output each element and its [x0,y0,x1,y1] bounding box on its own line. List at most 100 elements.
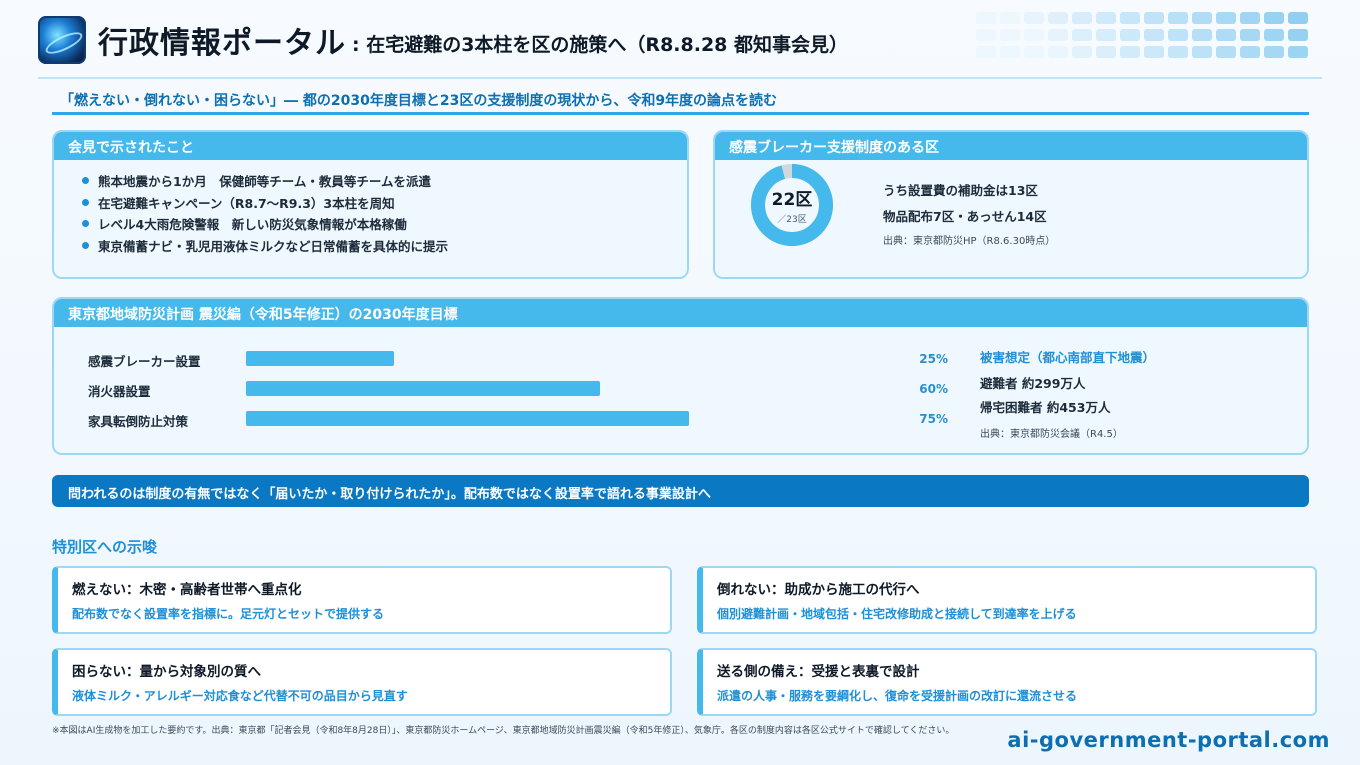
decorative-tile [1288,12,1308,24]
decorative-tile [1000,12,1020,24]
decorative-tile [1264,12,1284,24]
decorative-tile [1144,29,1164,41]
wards-card: 感震ブレーカー支援制度のある区 22区 ／23区 うち設置費の補助金は13区 物… [713,130,1309,279]
implications-title: 特別区への示唆 [52,538,158,556]
target-value: 75% [919,412,948,426]
target-value: 25% [919,352,948,366]
globe-logo-icon [38,16,86,64]
decorative-tiles [976,12,1316,64]
decorative-tile [1048,12,1068,24]
decorative-tile [1264,29,1284,41]
decorative-tile [1144,46,1164,58]
implication-card: 送る側の備え：受援と表裏で設計 派遣の人事・服務を要綱化し、復命を受援計画の改訂… [697,648,1317,716]
announced-heading: 会見で示されたこと [54,132,687,160]
ward-subsidy-line: うち設置費の補助金は13区 [883,183,1038,198]
header-divider [38,77,1322,79]
decorative-tile [1120,12,1140,24]
announced-list: 熊本地震から1か月 保健師等チーム・教員等チームを派遣 在宅避難キャンペーン（R… [54,160,687,256]
site-url[interactable]: ai-government-portal.com [1007,728,1330,752]
announced-body: 熊本地震から1か月 保健師等チーム・教員等チームを派遣 在宅避難キャンペーン（R… [54,160,687,277]
implication-heading: 困らない：量から対象別の質へ [72,664,261,680]
bullet-dot-icon [82,198,89,206]
brand-title: 行政情報ポータル [98,26,346,61]
decorative-tile [1072,29,1092,41]
targets-body: 感震ブレーカー設置 25% 消火器設置 60% 家具転倒防止対策 75% 被害想… [54,327,1307,453]
list-item: 東京備蓄ナビ・乳児用液体ミルクなど日常備蓄を具体的に提示 [82,235,687,257]
decorative-tile [1216,46,1236,58]
decorative-tile [1000,46,1020,58]
implication-card: 倒れない：助成から施工の代行へ 個別避難計画・地域包括・住宅改修助成と接続して到… [697,566,1317,634]
decorative-tile [1240,12,1260,24]
implication-heading: 倒れない：助成から施工の代行へ [717,582,920,598]
implication-body: 液体ミルク・アレルギー対応食など代替不可の品目から見直す [72,689,408,703]
damage-estimate: 被害想定（都心南部直下地震） 避難者 約299万人 帰宅困難者 約453万人 出… [980,347,1155,440]
page-subtitle: 「燃えない・倒れない・困らない」― 都の2030年度目標と23区の支援制度の現状… [60,93,778,109]
decorative-tile [976,46,996,58]
decorative-tile [1216,12,1236,24]
subtitle-underline [52,112,1309,115]
decorative-tile [1240,29,1260,41]
implication-body: 派遣の人事・服務を要綱化し、復命を受援計画の改訂に還流させる [717,689,1078,703]
wards-body: 22区 ／23区 うち設置費の補助金は13区 物品配布7区・あっせん14区 出典… [715,160,1307,277]
implication-body: 個別避難計画・地域包括・住宅改修助成と接続して到達率を上げる [717,607,1077,621]
page-title: : 在宅避難の3本柱を区の施策へ（R8.8.28 都知事会見） [352,33,848,56]
ward-source: 出典：東京都防災HP（R8.6.30時点） [883,236,1056,247]
implication-heading: 送る側の備え：受援と表裏で設計 [717,664,920,680]
bar-track [246,411,836,426]
decorative-tile [1048,46,1068,58]
decorative-tile [1000,29,1020,41]
bullet-dot-icon [82,241,89,249]
implication-card: 燃えない：木密・高齢者世帯へ重点化 配布数でなく設置率を指標に。足元灯とセットで… [52,566,672,634]
page-header: 行政情報ポータル : 在宅避難の3本柱を区の施策へ（R8.8.28 都知事会見） [38,14,848,66]
bar-fill [246,411,689,426]
decorative-tile [1168,46,1188,58]
decorative-tile [1024,46,1044,58]
target-value: 60% [919,382,948,396]
decorative-tile [1264,46,1284,58]
wards-heading: 感震ブレーカー支援制度のある区 [715,132,1307,160]
bullet-dot-icon [82,220,89,228]
decorative-tile [1288,46,1308,58]
target-row: 感震ブレーカー設置 25% [88,349,948,369]
target-row: 家具転倒防止対策 75% [88,409,948,429]
damage-title: 被害想定（都心南部直下地震） [980,350,1156,365]
bullet-dot-icon [82,177,89,185]
list-item: 在宅避難キャンペーン（R8.7〜R9.3）3本柱を周知 [82,192,687,214]
list-item: レベル4大雨危険警報 新しい防災気象情報が本格稼働 [82,213,687,235]
decorative-tile [1096,29,1116,41]
target-label: 家具転倒防止対策 [88,414,189,429]
damage-source: 出典：東京都防災会議（R4.5） [980,429,1123,440]
targets-card: 東京都地域防災計画 震災編（令和5年修正）の2030年度目標 感震ブレーカー設置… [52,297,1309,455]
decorative-tile [1048,29,1068,41]
decorative-tile [1216,29,1236,41]
damage-stranded: 帰宅困難者 約453万人 [980,400,1111,415]
bar-fill [246,381,600,396]
decorative-tile [1288,29,1308,41]
ward-count: 22区 [771,190,813,210]
decorative-tile [1120,29,1140,41]
ward-total: ／23区 [777,215,807,225]
decorative-tile [976,29,996,41]
decorative-tile [1072,46,1092,58]
decorative-tile [1096,46,1116,58]
bar-track [246,351,836,366]
donut-center: 22区 ／23区 [749,162,835,248]
decorative-tile [1024,29,1044,41]
decorative-tile [1096,12,1116,24]
ward-info: うち設置費の補助金は13区 物品配布7区・あっせん14区 出典：東京都防災HP（… [883,180,1055,247]
ward-donut-chart: 22区 ／23区 [749,162,835,248]
list-item: 熊本地震から1か月 保健師等チーム・教員等チームを派遣 [82,170,687,192]
decorative-tile [1120,46,1140,58]
target-label: 感震ブレーカー設置 [88,354,201,369]
decorative-tile [1168,29,1188,41]
targets-heading: 東京都地域防災計画 震災編（令和5年修正）の2030年度目標 [54,299,1307,327]
decorative-tile [1192,12,1212,24]
footnote: ※本図はAI生成物を加工した要約です。出典：東京都「記者会見（令和8年8月28日… [52,726,955,736]
implication-body: 配布数でなく設置率を指標に。足元灯とセットで提供する [72,607,385,621]
decorative-tile [1024,12,1044,24]
bar-track [246,381,836,396]
key-message-banner: 問われるのは制度の有無ではなく「届いたか・取り付けられたか」。配布数ではなく設置… [52,475,1309,507]
target-label: 消火器設置 [88,384,151,399]
decorative-tile [1168,12,1188,24]
implication-card: 困らない：量から対象別の質へ 液体ミルク・アレルギー対応食など代替不可の品目から… [52,648,672,716]
